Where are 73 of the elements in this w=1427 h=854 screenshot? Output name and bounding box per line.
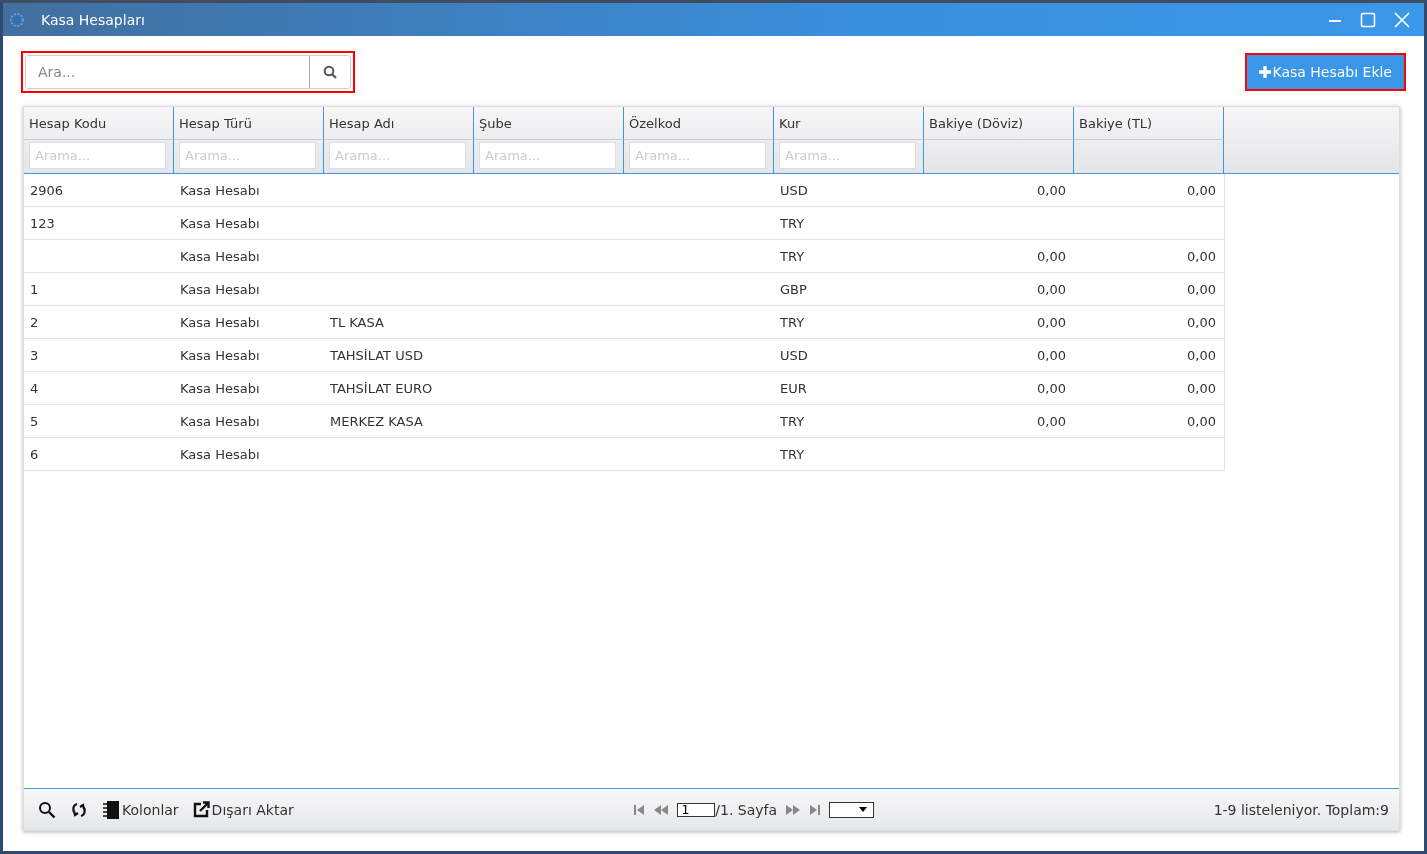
table-cell: Kasa Hesabı xyxy=(180,215,260,231)
column-header[interactable]: Kur xyxy=(774,107,924,140)
plus-icon xyxy=(1259,66,1272,78)
table-cell: 4 xyxy=(30,380,39,396)
table-cell: TRY xyxy=(780,314,805,330)
table-cell: TAHSİLAT EURO xyxy=(330,380,433,396)
table-cell: TRY xyxy=(780,248,805,264)
table-cell: TL KASA xyxy=(330,314,384,330)
table-cell: TAHSİLAT USD xyxy=(330,347,423,363)
table-cell: Kasa Hesabı xyxy=(180,182,260,198)
column-header[interactable]: Şube xyxy=(474,107,624,140)
table-cell: Kasa Hesabı xyxy=(180,281,260,297)
table-cell: 3 xyxy=(30,347,39,363)
maximize-icon[interactable] xyxy=(1360,11,1376,28)
previous-page-icon[interactable] xyxy=(653,803,670,816)
table-cell: 0,00 xyxy=(1037,380,1066,396)
export-button[interactable]: Dışarı Aktar xyxy=(192,801,294,818)
table-cell: Kasa Hesabı xyxy=(180,347,260,363)
table-cell: MERKEZ KASA xyxy=(330,413,423,429)
page-number-field[interactable]: 1 xyxy=(677,802,716,817)
table-cell: 0,00 xyxy=(1037,248,1066,264)
page-size-dropdown[interactable] xyxy=(829,801,875,818)
table-cell: USD xyxy=(780,182,808,198)
next-page-icon[interactable] xyxy=(785,803,802,816)
search-icon[interactable] xyxy=(323,65,337,79)
table-cell: 0,00 xyxy=(1187,380,1216,396)
table-cell: 123 xyxy=(30,215,55,231)
table-cell: GBP xyxy=(780,281,807,297)
column-header[interactable]: Hesap Kodu xyxy=(24,107,174,140)
table-cell: 0,00 xyxy=(1187,182,1216,198)
table-cell: 0,00 xyxy=(1187,314,1216,330)
notebook-icon xyxy=(102,799,120,820)
table-cell: TRY xyxy=(780,446,805,462)
table-cell: USD xyxy=(780,347,808,363)
columns-button[interactable]: Kolonlar xyxy=(102,799,179,820)
table-cell: TRY xyxy=(780,215,805,231)
column-header[interactable]: Bakiye (Döviz) xyxy=(924,107,1074,140)
table-cell: 2 xyxy=(30,314,39,330)
table-cell: 0,00 xyxy=(1037,182,1066,198)
table-cell: TRY xyxy=(780,413,805,429)
external-link-icon xyxy=(192,801,210,818)
table-cell: 0,00 xyxy=(1187,347,1216,363)
column-header[interactable]: Özelkod xyxy=(624,107,774,140)
column-header[interactable]: Hesap Türü xyxy=(174,107,324,140)
table-cell: 2906 xyxy=(30,182,64,198)
search-field[interactable]: Ara... xyxy=(25,55,351,89)
caret-icon xyxy=(859,807,868,812)
table-cell: 0,00 xyxy=(1037,413,1066,429)
column-header[interactable]: Bakiye (TL) xyxy=(1074,107,1224,140)
page-count-label: /1. Sayfa xyxy=(715,801,778,818)
table-cell: Kasa Hesabı xyxy=(180,413,260,429)
table-cell: 6 xyxy=(30,446,39,462)
table-cell: 0,00 xyxy=(1187,281,1216,297)
refresh-icon[interactable] xyxy=(70,800,88,819)
window-title: Kasa Hesapları xyxy=(41,11,145,28)
table-cell: Kasa Hesabı xyxy=(180,248,260,264)
record-summary: 1-9 listeleniyor. Toplam:9 xyxy=(1213,801,1389,818)
close-icon[interactable] xyxy=(1394,11,1410,28)
table-cell: 1 xyxy=(30,281,39,297)
table-cell: 5 xyxy=(30,413,39,429)
table-cell: Kasa Hesabı xyxy=(180,446,260,462)
table-cell: EUR xyxy=(780,380,807,396)
table-cell: 0,00 xyxy=(1037,314,1066,330)
search-icon[interactable] xyxy=(38,800,56,819)
table-cell: Kasa Hesabı xyxy=(180,314,260,330)
table-cell: Kasa Hesabı xyxy=(180,380,260,396)
column-header[interactable]: Hesap Adı xyxy=(324,107,474,140)
table-cell: 0,00 xyxy=(1187,248,1216,264)
table-cell: 0,00 xyxy=(1187,413,1216,429)
table-cell: 0,00 xyxy=(1037,347,1066,363)
table-cell: 0,00 xyxy=(1037,281,1066,297)
last-page-icon[interactable] xyxy=(809,803,822,816)
first-page-icon[interactable] xyxy=(633,803,646,816)
